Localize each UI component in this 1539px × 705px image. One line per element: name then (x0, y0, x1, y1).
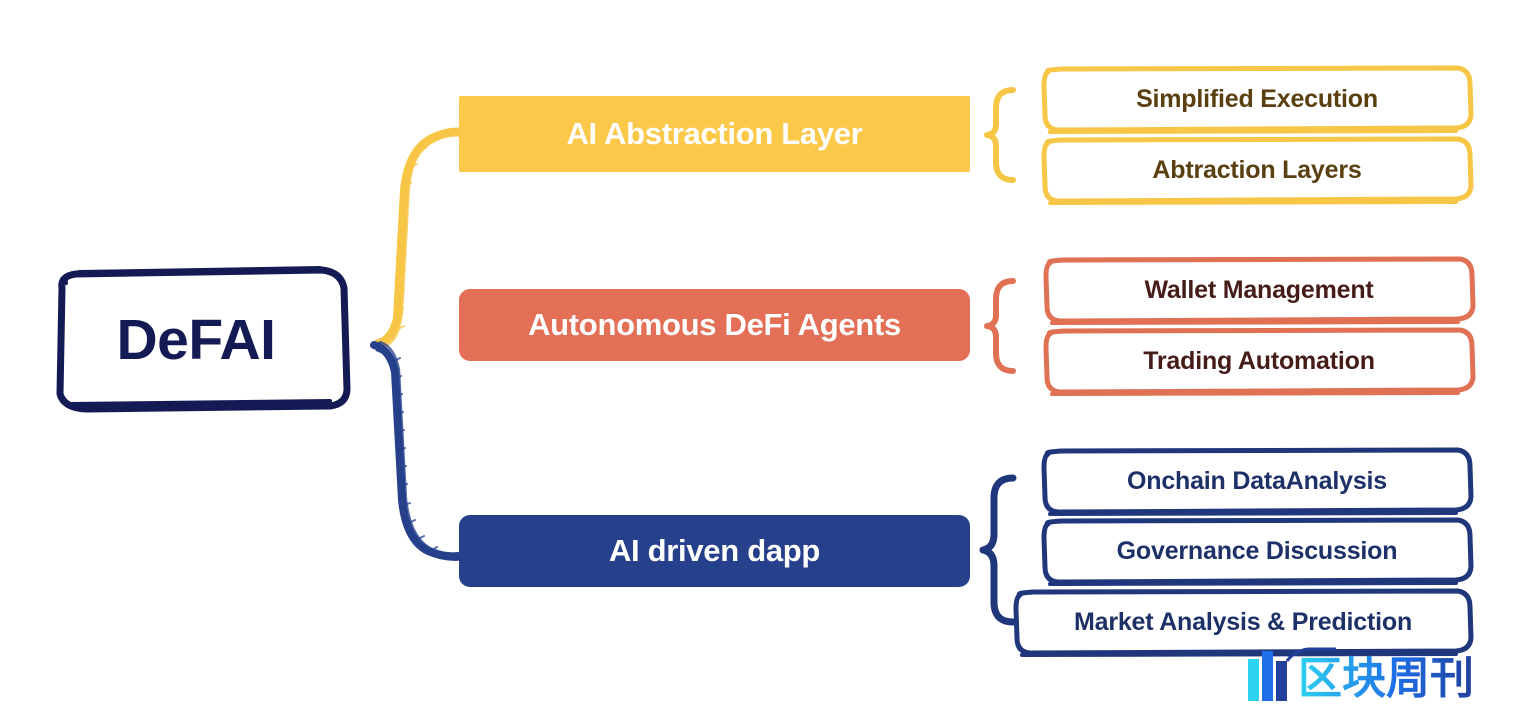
connector-root-to-abstraction (374, 127, 466, 349)
leaf-card-label: Wallet Management (1144, 275, 1374, 304)
leaf-underline-3 (1050, 320, 1460, 325)
connector-root-to-dapp (370, 340, 464, 561)
branch-label: AI Abstraction Layer (566, 116, 863, 151)
leaf-card-abtraction-layers[interactable]: Abtraction Layers (1042, 139, 1472, 201)
leaf-card-label: Market Analysis & Prediction (1073, 607, 1413, 636)
leaf-card-trading-automation[interactable]: Trading Automation (1044, 330, 1474, 392)
leaf-underline-1 (1048, 129, 1458, 134)
leaf-card-onchain-dataanalysis[interactable]: Onchain DataAnalysis (1042, 450, 1472, 512)
leaf-card-label: Simplified Execution (1136, 84, 1378, 113)
leaf-card-label: Onchain DataAnalysis (1127, 466, 1387, 495)
leaf-card-simplified-execution[interactable]: Simplified Execution (1042, 68, 1472, 130)
brace-abstraction-group (984, 87, 1016, 183)
leaf-card-label: Abtraction Layers (1152, 155, 1362, 184)
leaf-card-label: Governance Discussion (1116, 536, 1398, 565)
leaf-card-market-analysis-prediction[interactable]: Market Analysis & Prediction (1014, 591, 1472, 653)
branch-label: Autonomous DeFi Agents (528, 307, 901, 342)
root-node-label: DeFAI (116, 307, 276, 372)
leaf-underline-5 (1048, 511, 1458, 516)
brace-agents-group (984, 278, 1016, 374)
leaf-underline-6 (1048, 581, 1458, 586)
leaf-underline-2 (1048, 200, 1458, 205)
root-node[interactable]: DeFAI (46, 270, 346, 410)
leaf-card-governance-discussion[interactable]: Governance Discussion (1042, 520, 1472, 582)
leaf-underline-4 (1050, 391, 1460, 396)
branch-box-ai-driven-dapp[interactable]: AI driven dapp (459, 515, 970, 587)
leaf-card-label: Trading Automation (1143, 346, 1375, 375)
watermark-logo: 区块周刊 (1248, 647, 1474, 703)
branch-label: AI driven dapp (608, 533, 821, 568)
logo-wordmark: 区块周刊 (1298, 653, 1474, 703)
leaf-card-wallet-management[interactable]: Wallet Management (1044, 259, 1474, 321)
branch-box-ai-abstraction-layer[interactable]: AI Abstraction Layer (459, 96, 970, 172)
brace-dapp-group (979, 474, 1017, 626)
branch-box-autonomous-defi-agents[interactable]: Autonomous DeFi Agents (459, 289, 970, 361)
